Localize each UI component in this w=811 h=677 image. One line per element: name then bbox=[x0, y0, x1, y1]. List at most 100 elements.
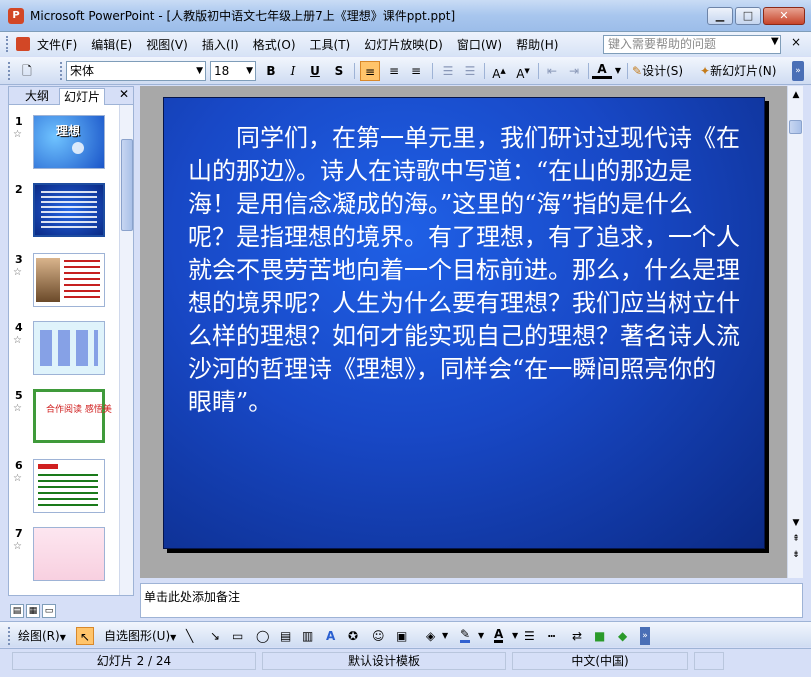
maximize-button[interactable]: □ bbox=[735, 7, 761, 25]
minimize-button[interactable]: ▁ bbox=[707, 7, 733, 25]
menu-window[interactable]: 窗口(W) bbox=[450, 36, 509, 53]
dash-style-icon[interactable]: ┅ bbox=[548, 627, 555, 645]
toolbar-options-icon[interactable]: » bbox=[792, 61, 804, 81]
chevron-down-icon[interactable]: ▼ bbox=[478, 627, 484, 645]
transition-icon: ☆ bbox=[13, 335, 22, 346]
textbox-icon[interactable]: ▤ bbox=[280, 627, 291, 645]
slideshow-icon[interactable]: ▭ bbox=[42, 604, 56, 618]
arrow-icon[interactable]: ↘ bbox=[210, 627, 220, 645]
align-left-icon[interactable]: ≡ bbox=[360, 61, 380, 81]
design-button[interactable]: ✎设计(S) bbox=[632, 61, 694, 81]
numbering-icon[interactable]: ☰ bbox=[438, 61, 458, 81]
italic-button[interactable]: I bbox=[284, 61, 302, 81]
font-name-combo[interactable]: 宋体 ▼ bbox=[66, 61, 206, 81]
toolbar-grip[interactable] bbox=[8, 627, 12, 645]
current-slide[interactable]: 同学们，在第一单元里，我们研讨过现代诗《在山的那边》。诗人在诗歌中写道：“在山的… bbox=[163, 97, 765, 549]
thumbnail-5[interactable]: 5 ☆ 合作阅读 感悟美 bbox=[9, 389, 119, 449]
decrease-font-icon[interactable]: A▼ bbox=[512, 61, 534, 81]
slide-scrollbar[interactable]: ▲ ▼ ⇞ ⇟ bbox=[787, 86, 803, 578]
new-document-icon[interactable]: 🗋 bbox=[18, 61, 36, 81]
slide-body-text[interactable]: 同学们，在第一单元里，我们研讨过现代诗《在山的那边》。诗人在诗歌中写道：“在山的… bbox=[188, 122, 740, 419]
thumbnail-scrollbar[interactable] bbox=[119, 105, 133, 595]
chevron-down-icon[interactable]: ▼ bbox=[442, 627, 448, 645]
thumbnail-6[interactable]: 6 ☆ bbox=[9, 459, 119, 519]
close-icon[interactable]: ✕ bbox=[119, 87, 129, 101]
line-style-icon[interactable]: ☰ bbox=[524, 627, 535, 645]
font-color-icon[interactable]: A bbox=[494, 627, 504, 643]
new-slide-button[interactable]: ✦新幻灯片(N) bbox=[700, 61, 788, 81]
thumbnail-title: 合作阅读 感悟美 bbox=[46, 405, 112, 415]
shadow-button[interactable]: S bbox=[330, 61, 348, 81]
menu-file[interactable]: 文件(F) bbox=[30, 36, 84, 53]
menu-edit[interactable]: 编辑(E) bbox=[84, 36, 139, 53]
slide-sorter-icon[interactable]: ▦ bbox=[26, 604, 40, 618]
menu-format[interactable]: 格式(O) bbox=[246, 36, 303, 53]
increase-indent-icon[interactable]: ⇥ bbox=[564, 61, 584, 81]
align-center-icon[interactable]: ≡ bbox=[384, 61, 404, 81]
draw-menu-button[interactable]: 绘图(R)▼ bbox=[18, 627, 66, 645]
diagram-icon[interactable]: ✪ bbox=[348, 627, 358, 645]
menu-grip[interactable] bbox=[6, 36, 12, 52]
title-bar-mark bbox=[38, 464, 58, 469]
document-icon[interactable] bbox=[16, 37, 30, 51]
drawing-toolbar: 绘图(R)▼ ↖ 自选图形(U)▼ ╲ ↘ ▭ ◯ ▤ ▥ A ✪ ☺ ▣ ◈ … bbox=[0, 621, 811, 647]
rectangle-icon[interactable]: ▭ bbox=[232, 627, 243, 645]
underline-button[interactable]: U bbox=[306, 61, 324, 81]
thumbnail-4[interactable]: 4 ☆ bbox=[9, 321, 119, 381]
scrollbar-thumb[interactable] bbox=[789, 120, 802, 134]
normal-view-icon[interactable]: ▤ bbox=[10, 604, 24, 618]
menu-help[interactable]: 帮助(H) bbox=[509, 36, 565, 53]
menu-insert[interactable]: 插入(I) bbox=[195, 36, 246, 53]
autoshapes-button[interactable]: 自选图形(U)▼ bbox=[104, 627, 176, 645]
thumbnail-number: 4 bbox=[15, 321, 23, 334]
increase-font-icon[interactable]: A▲ bbox=[488, 61, 510, 81]
scroll-down-icon[interactable]: ▼ bbox=[789, 516, 803, 530]
menu-view[interactable]: 视图(V) bbox=[139, 36, 195, 53]
oval-icon[interactable]: ◯ bbox=[256, 627, 269, 645]
clipart-icon[interactable]: ☺ bbox=[372, 627, 385, 645]
fill-color-icon[interactable]: ◈ bbox=[426, 627, 435, 645]
toolbar-grip[interactable] bbox=[8, 62, 12, 80]
select-cursor-icon[interactable]: ↖ bbox=[76, 627, 94, 645]
line-icon[interactable]: ╲ bbox=[186, 627, 193, 645]
picture-icon[interactable]: ▣ bbox=[396, 627, 407, 645]
close-icon[interactable]: × bbox=[791, 35, 801, 49]
help-search-input[interactable]: 键入需要帮助的问题 bbox=[603, 35, 781, 54]
previous-slide-icon[interactable]: ⇞ bbox=[789, 532, 803, 546]
tab-outline[interactable]: 大纲 bbox=[21, 88, 53, 105]
3d-style-icon[interactable]: ◆ bbox=[618, 627, 627, 645]
wordart-icon[interactable]: A bbox=[326, 627, 335, 645]
chevron-down-icon[interactable]: ▼ bbox=[512, 627, 518, 645]
tab-slides[interactable]: 幻灯片 bbox=[59, 88, 106, 105]
thumbnail-2[interactable]: 2 bbox=[9, 182, 119, 243]
line-color-icon[interactable]: ✎ bbox=[460, 627, 471, 643]
menu-slideshow[interactable]: 幻灯片放映(D) bbox=[357, 36, 450, 53]
toolbar-options-icon[interactable]: » bbox=[640, 627, 650, 645]
align-right-icon[interactable]: ≡ bbox=[406, 61, 426, 81]
shadow-style-icon[interactable]: ■ bbox=[594, 627, 605, 645]
font-color-button[interactable]: A bbox=[592, 61, 612, 79]
font-name-value: 宋体 bbox=[70, 64, 95, 78]
menu-tools[interactable]: 工具(T) bbox=[303, 36, 358, 53]
arrow-style-icon[interactable]: ⇄ bbox=[572, 627, 582, 645]
thumbnail-1[interactable]: 1 ☆ 理想 bbox=[9, 115, 119, 175]
toolbar-grip-2[interactable] bbox=[60, 62, 64, 80]
separator bbox=[538, 63, 539, 79]
scrollbar-thumb[interactable] bbox=[121, 139, 133, 231]
status-bar: 幻灯片 2 / 24 默认设计模板 中文(中国) bbox=[0, 648, 811, 677]
font-size-combo[interactable]: 18 ▼ bbox=[210, 61, 256, 81]
notes-pane[interactable]: 单击此处添加备注 bbox=[140, 583, 803, 618]
next-slide-icon[interactable]: ⇟ bbox=[789, 548, 803, 562]
scroll-up-icon[interactable]: ▲ bbox=[789, 88, 803, 102]
bullets-icon[interactable]: ☰ bbox=[460, 61, 480, 81]
vertical-textbox-icon[interactable]: ▥ bbox=[302, 627, 313, 645]
close-button[interactable]: ✕ bbox=[763, 7, 805, 25]
slide-preview bbox=[33, 253, 105, 307]
chevron-down-icon[interactable]: ▼ bbox=[613, 61, 623, 81]
thumbnail-3[interactable]: 3 ☆ bbox=[9, 253, 119, 313]
thumbnail-7[interactable]: 7 ☆ bbox=[9, 527, 119, 587]
bold-button[interactable]: B bbox=[262, 61, 280, 81]
chevron-down-icon[interactable]: ▼ bbox=[771, 36, 779, 47]
decrease-indent-icon[interactable]: ⇤ bbox=[542, 61, 562, 81]
slide-editing-area: 同学们，在第一单元里，我们研讨过现代诗《在山的那边》。诗人在诗歌中写道：“在山的… bbox=[140, 86, 787, 578]
